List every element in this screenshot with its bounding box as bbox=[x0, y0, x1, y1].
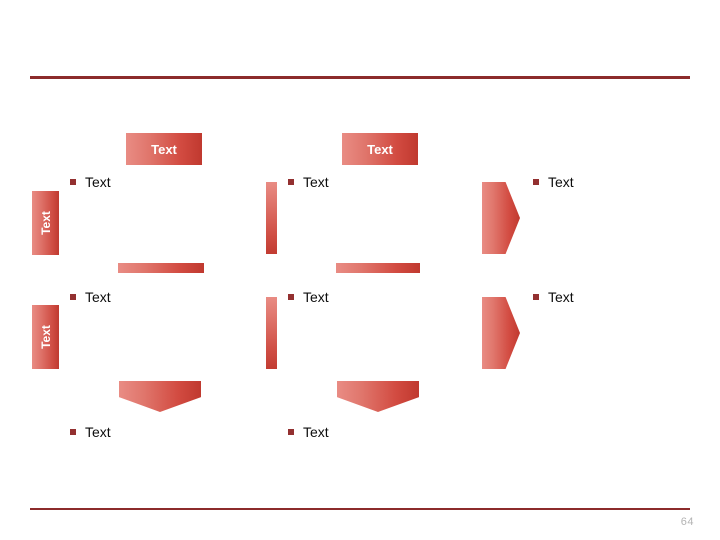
bullet-row2-col1-label: Text bbox=[85, 289, 111, 305]
connector-horizontal-bar-col1 bbox=[118, 263, 204, 273]
row-label-2-text: Text bbox=[38, 325, 53, 349]
down-arrow-col1 bbox=[119, 381, 201, 412]
bullet-row1-col3-label: Text bbox=[548, 174, 574, 190]
column-header-2[interactable]: Text bbox=[126, 133, 202, 165]
bullet-square-icon bbox=[533, 294, 539, 300]
bullet-row3-col1-label: Text bbox=[85, 424, 111, 440]
bullet-square-icon bbox=[70, 429, 76, 435]
bullet-row2-col3[interactable]: Text bbox=[533, 289, 574, 305]
bullet-row2-col2[interactable]: Text bbox=[288, 289, 329, 305]
column-header-3[interactable]: Text bbox=[342, 133, 418, 165]
bullet-square-icon bbox=[288, 179, 294, 185]
page-number: 64 bbox=[680, 516, 694, 528]
bullet-row1-col1[interactable]: Text bbox=[70, 174, 111, 190]
bullet-square-icon bbox=[533, 179, 539, 185]
row-label-2[interactable]: Text bbox=[32, 305, 59, 369]
bottom-accent-rule bbox=[30, 508, 690, 510]
top-accent-rule bbox=[30, 76, 690, 79]
slide-canvas: 64 Text Text Text Text Text Text Text Te… bbox=[0, 0, 720, 540]
bullet-row1-col2[interactable]: Text bbox=[288, 174, 329, 190]
chevron-right-arrow-row1 bbox=[482, 182, 520, 254]
column-header-3-label: Text bbox=[367, 141, 393, 157]
bullet-row3-col1[interactable]: Text bbox=[70, 424, 111, 440]
bullet-square-icon bbox=[70, 294, 76, 300]
bullet-row3-col2[interactable]: Text bbox=[288, 424, 329, 440]
bullet-row1-col3[interactable]: Text bbox=[533, 174, 574, 190]
bullet-square-icon bbox=[288, 429, 294, 435]
bullet-square-icon bbox=[288, 294, 294, 300]
chevron-right-arrow-row2 bbox=[482, 297, 520, 369]
bullet-row1-col2-label: Text bbox=[303, 174, 329, 190]
bullet-square-icon bbox=[70, 179, 76, 185]
bullet-row3-col2-label: Text bbox=[303, 424, 329, 440]
down-arrow-col2 bbox=[337, 381, 419, 412]
column-header-2-label: Text bbox=[151, 141, 177, 157]
bullet-row2-col2-label: Text bbox=[303, 289, 329, 305]
bullet-row1-col1-label: Text bbox=[85, 174, 111, 190]
bullet-row2-col3-label: Text bbox=[548, 289, 574, 305]
connector-horizontal-bar-col2 bbox=[336, 263, 420, 273]
connector-vertical-bar-row2 bbox=[266, 297, 277, 369]
row-label-1[interactable]: Text bbox=[32, 191, 59, 255]
bullet-row2-col1[interactable]: Text bbox=[70, 289, 111, 305]
row-label-1-text: Text bbox=[38, 211, 53, 235]
connector-vertical-bar-row1 bbox=[266, 182, 277, 254]
